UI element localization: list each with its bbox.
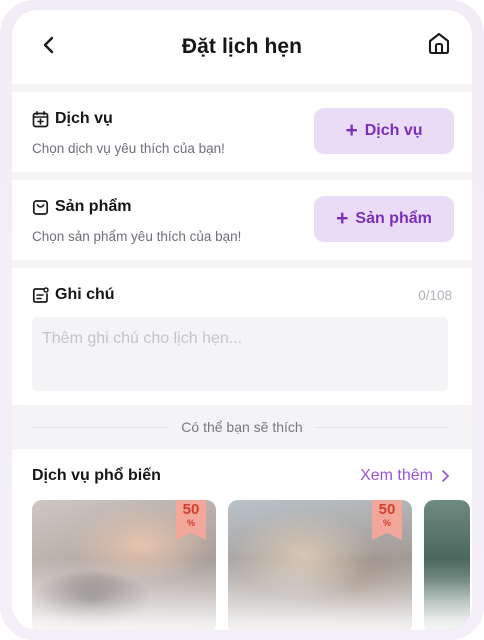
see-more-link[interactable]: Xem thêm [360, 467, 450, 485]
bottom-fade [12, 559, 472, 630]
device-frame: Đặt lịch hẹn Dịch vụ Chọn dịch vụ yêu th… [0, 0, 484, 640]
home-icon [428, 32, 450, 55]
app-header: Đặt lịch hẹn [12, 10, 472, 84]
calendar-plus-icon [32, 110, 49, 128]
service-title: Dịch vụ [55, 110, 113, 127]
service-section: Dịch vụ Chọn dịch vụ yêu thích của bạn! … [12, 92, 472, 172]
discount-unit: % [382, 518, 391, 528]
discount-badge: 50 % [372, 500, 402, 540]
popular-title: Dịch vụ phổ biến [32, 467, 161, 484]
add-product-button[interactable]: + Sản phẩm [314, 196, 454, 242]
discount-badge: 50 % [176, 500, 206, 540]
product-subtitle: Chọn sản phẩm yêu thích của bạn! [32, 229, 242, 244]
note-title: Ghi chú [55, 286, 115, 303]
popular-services-section: Dịch vụ phổ biến Xem thêm 50 % 50 % [12, 449, 472, 630]
back-button[interactable] [36, 32, 62, 58]
service-header: Dịch vụ [32, 110, 113, 128]
note-char-counter: 0/108 [418, 288, 452, 303]
note-input[interactable]: Thêm ghi chú cho lịch hẹn... [32, 317, 448, 391]
note-placeholder: Thêm ghi chú cho lịch hẹn... [42, 330, 243, 347]
plus-icon: + [345, 118, 358, 142]
note-header: Ghi chú [32, 286, 115, 304]
see-more-label: Xem thêm [360, 467, 433, 484]
back-arrow-icon [43, 36, 54, 54]
screen: Đặt lịch hẹn Dịch vụ Chọn dịch vụ yêu th… [12, 10, 472, 630]
home-button[interactable] [424, 28, 454, 58]
discount-value: 50 [182, 501, 200, 518]
bag-icon [32, 199, 49, 216]
suggestion-divider: Có thể bạn sẽ thích [12, 405, 472, 449]
add-product-label: Sản phẩm [355, 210, 432, 227]
page-title: Đặt lịch hẹn [181, 35, 303, 58]
discount-value: 50 [378, 501, 396, 518]
product-header: Sản phẩm [32, 198, 131, 216]
plus-icon: + [336, 206, 349, 230]
product-title: Sản phẩm [55, 198, 132, 215]
add-service-button[interactable]: + Dịch vụ [314, 108, 454, 154]
chevron-right-icon [442, 470, 449, 482]
suggestion-text: Có thể bạn sẽ thích [169, 419, 315, 435]
note-icon [32, 286, 49, 304]
note-section: Ghi chú 0/108 Thêm ghi chú cho lịch hẹn.… [12, 268, 472, 405]
product-section: Sản phẩm Chọn sản phẩm yêu thích của bạn… [12, 180, 472, 260]
service-subtitle: Chọn dịch vụ yêu thích của bạn! [32, 141, 225, 156]
add-service-label: Dịch vụ [364, 122, 423, 139]
discount-unit: % [186, 518, 195, 528]
